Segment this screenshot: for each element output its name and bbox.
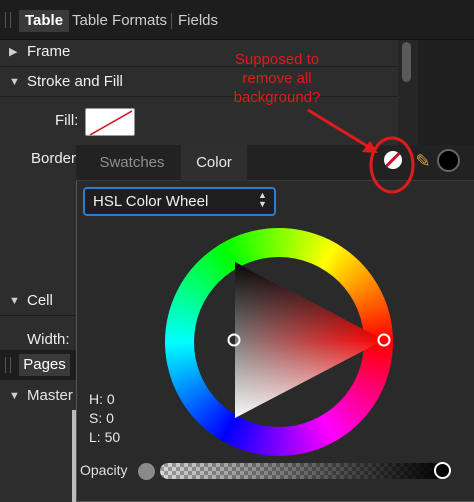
scrollbar-thumb[interactable] — [402, 42, 411, 82]
fill-label: Fill: — [55, 112, 79, 129]
select-caret-icon: ▲ ▼ — [258, 190, 267, 209]
section-cell-label: Cell — [27, 292, 53, 309]
panel-grip-icon[interactable] — [5, 357, 11, 373]
tab-fields[interactable]: Fields — [178, 10, 218, 32]
no-fill-slash-icon — [89, 110, 133, 135]
disclosure-down-icon[interactable]: ▼ — [9, 286, 20, 316]
tab-separator — [171, 13, 172, 29]
panel-grip-icon[interactable] — [5, 12, 11, 28]
opacity-slider-knob[interactable] — [434, 462, 451, 479]
right-dock-strip — [418, 40, 474, 150]
disclosure-down-icon[interactable]: ▼ — [9, 381, 20, 411]
opacity-label: Opacity — [80, 462, 128, 478]
tab-table-formats[interactable]: Table Formats — [72, 10, 167, 32]
hue-value: H: 0 — [89, 391, 115, 407]
color-mode-select[interactable]: HSL Color Wheel — [83, 187, 276, 216]
annotation-text: Supposed to remove all background? — [233, 51, 321, 106]
tab-color[interactable]: Color — [181, 145, 247, 181]
disclosure-right-icon[interactable]: ▶ — [9, 37, 17, 67]
saturation-value: S: 0 — [89, 410, 114, 426]
section-stroke-fill[interactable]: ▼ Stroke and Fill — [0, 67, 398, 97]
eyedropper-icon[interactable]: ✎ — [412, 148, 434, 174]
section-master[interactable]: ▼ Master — [0, 381, 76, 411]
no-fill-icon[interactable] — [384, 151, 402, 169]
opacity-preview-dot — [138, 463, 155, 480]
section-frame-label: Frame — [27, 43, 71, 60]
tab-pages[interactable]: Pages — [19, 354, 70, 376]
tab-swatches[interactable]: Swatches — [87, 145, 177, 181]
opacity-slider[interactable] — [160, 463, 446, 479]
color-swatch-icon[interactable] — [437, 149, 460, 172]
border-label: Border — [31, 150, 77, 167]
disclosure-down-icon[interactable]: ▼ — [9, 67, 20, 97]
tab-table[interactable]: Table — [19, 10, 70, 32]
section-stroke-fill-label: Stroke and Fill — [27, 73, 123, 90]
lightness-value: L: 50 — [89, 429, 121, 445]
width-label: Width: — [27, 331, 70, 348]
section-cell[interactable]: ▼ Cell — [0, 286, 76, 316]
fill-swatch[interactable] — [85, 108, 135, 136]
section-frame[interactable]: ▶ Frame — [0, 37, 398, 67]
saturation-lightness-triangle[interactable] — [165, 228, 393, 456]
section-master-label: Master — [27, 387, 73, 404]
hsl-readout: H: 0 S: 0 L: 50 — [89, 390, 120, 447]
